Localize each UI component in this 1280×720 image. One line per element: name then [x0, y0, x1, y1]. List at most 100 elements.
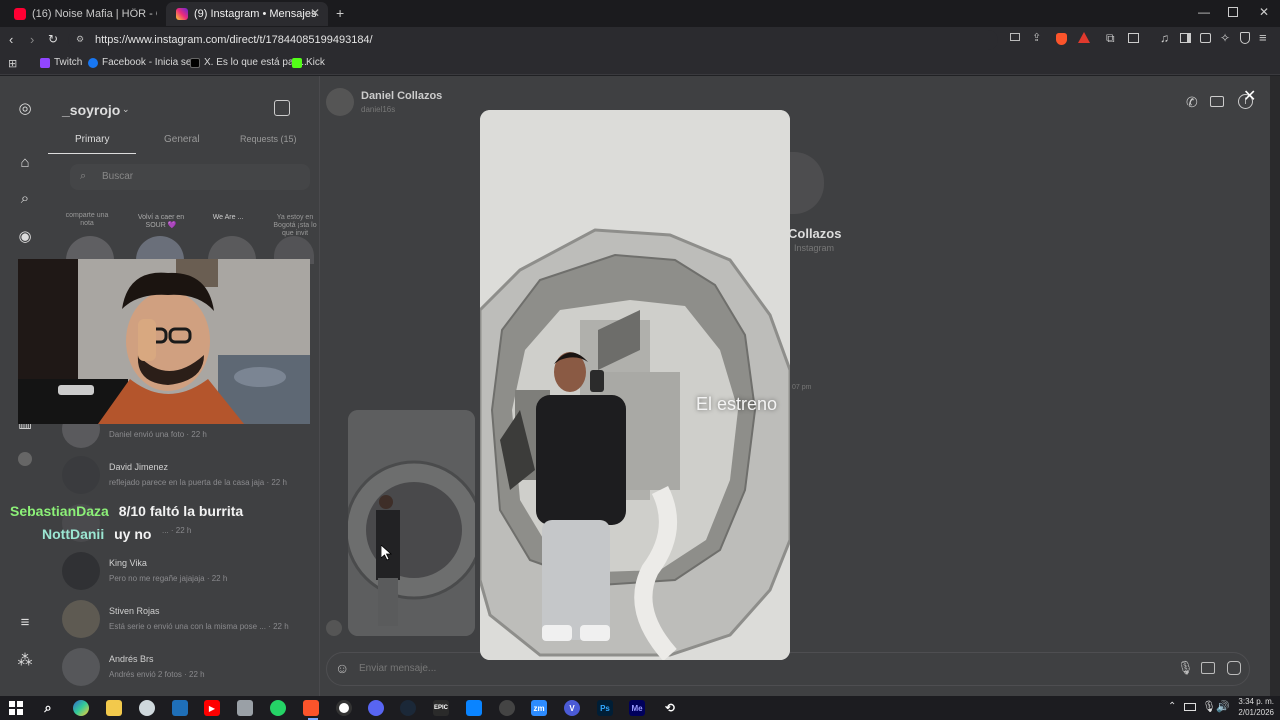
tab-youtube[interactable]: (16) Noise Mafia | HÖR - October 12 [4, 2, 162, 26]
explore-icon[interactable]: ◉ [16, 228, 34, 246]
minimize-icon[interactable]: — [1198, 5, 1210, 19]
apps-grid-icon[interactable]: ⊞ [8, 57, 17, 70]
media-encoder-icon[interactable]: Me [629, 700, 645, 716]
microphone-icon[interactable]: 🎙 [1177, 660, 1194, 676]
note-bubble[interactable]: comparte una nota [62, 212, 112, 228]
new-tab-button[interactable]: + [336, 5, 344, 21]
vscode-icon[interactable] [466, 700, 482, 716]
media-icon[interactable]: ♫ [1160, 31, 1169, 45]
whatsapp-icon[interactable] [270, 700, 286, 716]
conversation-item[interactable]: David Jimenez reflejado parece en la pue… [62, 456, 312, 500]
emoji-icon[interactable]: ☺ [335, 660, 349, 676]
zoom-icon[interactable]: zm [531, 700, 547, 716]
address-bar[interactable]: ⚙ https://www.instagram.com/direct/t/178… [68, 30, 998, 50]
extensions-icon[interactable]: ⧉ [1106, 31, 1115, 46]
obs-icon[interactable] [336, 700, 352, 716]
screenshot-icon[interactable] [1128, 33, 1139, 43]
note-bubble[interactable]: Ya estoy en Bogotá ¡sta lo que invit [270, 214, 320, 238]
app-icon[interactable] [237, 700, 253, 716]
store-icon[interactable] [172, 700, 188, 716]
volume-icon[interactable]: 🔊 [1216, 700, 1230, 713]
tray-chevron-icon[interactable]: ⌃ [1168, 701, 1176, 712]
epic-icon[interactable]: EPIC [433, 700, 449, 716]
mic-tray-icon[interactable]: 🎙 [1202, 700, 1216, 713]
search-icon[interactable]: ⌕ [16, 190, 34, 208]
tab-general[interactable]: General [164, 134, 200, 145]
search-input[interactable]: ⌕ Buscar [70, 164, 310, 190]
brave-shields-icon[interactable] [1056, 33, 1067, 45]
image-upload-icon[interactable] [1201, 662, 1215, 674]
tab-requests[interactable]: Requests (15) [240, 134, 297, 144]
tab-instagram[interactable]: (9) Instagram • Mensajes ✕ [166, 2, 328, 26]
clock-date[interactable]: 2/01/2026 [1232, 708, 1274, 717]
chevron-down-icon[interactable]: ⌄ [122, 104, 130, 115]
menu-icon[interactable]: ≡ [1259, 30, 1267, 45]
instagram-logo-icon[interactable]: ◎ [16, 100, 34, 118]
conversation-name: Stiven Rojas [109, 606, 160, 616]
edge-icon[interactable] [139, 700, 155, 716]
wallet-icon[interactable] [1200, 33, 1211, 43]
clock-time[interactable]: 3:34 p. m. [1232, 697, 1274, 706]
page-scrollbar[interactable] [1270, 76, 1280, 696]
more-menu-icon[interactable]: ≡ [16, 614, 34, 632]
contact-name[interactable]: Daniel Collazos [361, 90, 442, 102]
conversation-item[interactable]: King Vika Pero no me regañe jajajaja · 2… [62, 552, 312, 596]
bookmark-kick[interactable]: Kick [292, 57, 325, 68]
reload-icon[interactable]: ↻ [48, 32, 58, 46]
cast-icon[interactable] [1010, 33, 1020, 41]
share-icon[interactable]: ⇪ [1032, 31, 1041, 44]
leo-ai-icon[interactable]: ✧ [1220, 31, 1230, 45]
tab-primary[interactable]: Primary [75, 134, 109, 145]
app2-icon[interactable]: ⟲ [662, 700, 678, 716]
apps-icon[interactable]: ⁂ [16, 652, 34, 670]
photo-image [480, 110, 790, 660]
note-bubble[interactable]: We Are ... [200, 214, 256, 221]
home-icon[interactable]: ⌂ [16, 154, 34, 172]
sticker-icon[interactable] [1227, 661, 1241, 675]
steam-icon[interactable] [400, 700, 416, 716]
message-placeholder: Enviar mensaje... [359, 663, 437, 674]
photo-message[interactable] [348, 410, 475, 636]
bookmark-x[interactable]: X. Es lo que está pas... [190, 57, 307, 68]
close-tab-icon[interactable]: ✕ [310, 6, 320, 20]
maximize-icon[interactable] [1228, 7, 1238, 17]
conversation-item[interactable]: Stiven Rojas Está serie o envió una con … [62, 600, 312, 644]
chrome-icon[interactable] [499, 700, 515, 716]
explorer-icon[interactable] [106, 700, 122, 716]
photo-viewer[interactable]: El estreno [480, 110, 790, 660]
v-icon[interactable]: V [564, 700, 580, 716]
new-message-icon[interactable] [274, 100, 290, 116]
back-icon[interactable]: ‹ [9, 32, 13, 47]
close-window-icon[interactable]: ✕ [1259, 5, 1269, 19]
phone-call-icon[interactable]: ✆ [1186, 94, 1198, 111]
bookmark-facebook[interactable]: Facebook - Inicia se... [88, 57, 200, 68]
bookmark-label: Facebook - Inicia se... [102, 57, 200, 68]
profile-avatar-large[interactable] [786, 152, 824, 214]
brave-icon[interactable] [303, 700, 319, 716]
video-call-icon[interactable] [1210, 96, 1224, 107]
brave-rewards-icon[interactable] [1078, 32, 1090, 43]
avatar [62, 600, 100, 638]
search-icon[interactable]: ⌕ [40, 700, 56, 716]
username-header[interactable]: _soyrojo [62, 102, 120, 118]
chat-username: NottDanii [42, 526, 105, 542]
photoshop-icon[interactable]: Ps [597, 700, 613, 716]
conversation-item[interactable]: Andrés Brs Andrés envió 2 fotos · 22 h [62, 648, 312, 692]
conversation-name: Andrés Brs [109, 654, 154, 664]
youtube-icon[interactable]: ▶ [204, 700, 220, 716]
profile-avatar[interactable] [18, 452, 32, 466]
note-bubble[interactable]: Volví a caer en SOUR 💜 [134, 214, 188, 230]
close-viewer-icon[interactable]: ✕ [1243, 86, 1256, 106]
network-icon[interactable] [1184, 703, 1196, 711]
conversation-preview: Está serie o envió una con la misma pose… [109, 622, 289, 631]
start-icon[interactable] [8, 700, 24, 716]
discord-icon[interactable] [368, 700, 384, 716]
forward-icon[interactable]: › [30, 32, 34, 47]
copilot-icon[interactable] [73, 700, 89, 716]
site-info-icon[interactable]: ⚙ [76, 34, 84, 45]
sidebar-icon[interactable] [1180, 33, 1191, 43]
vpn-icon[interactable] [1240, 32, 1250, 44]
bookmark-twitch[interactable]: Twitch [40, 57, 82, 68]
message-composer[interactable]: ☺ Enviar mensaje... 🎙 [326, 652, 1250, 686]
contact-avatar[interactable] [326, 88, 354, 116]
